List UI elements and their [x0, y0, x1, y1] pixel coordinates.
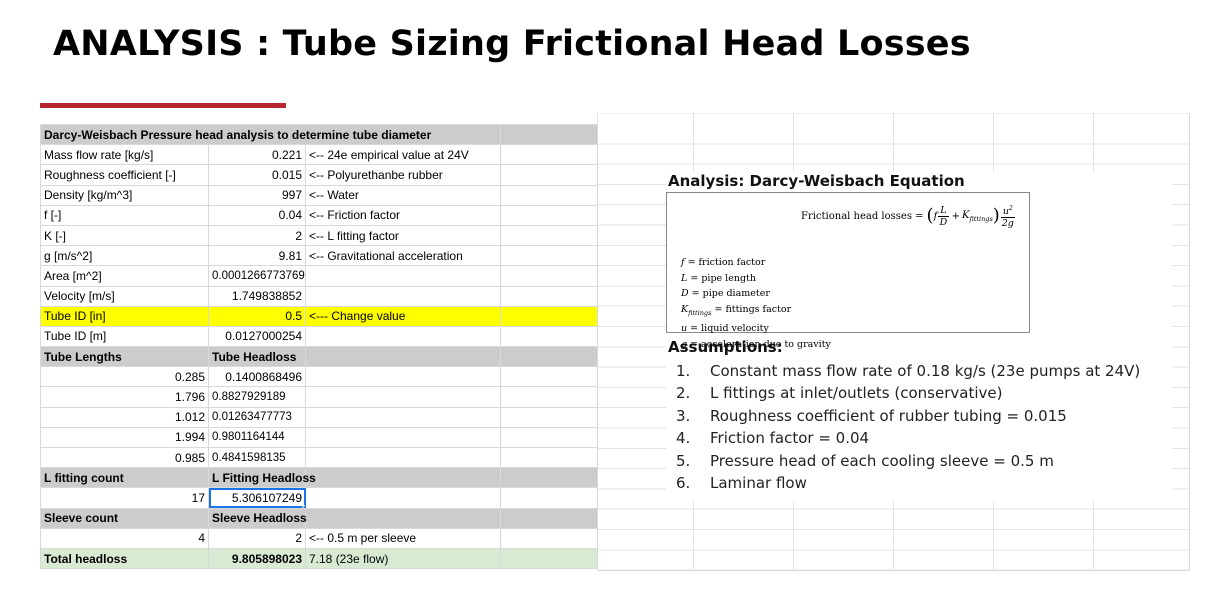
total-label[interactable]: Total headloss [40, 547, 209, 570]
table-row: Tube ID [m] 0.0127000254 [40, 325, 598, 348]
tube-headloss[interactable]: 0.8827929189 [208, 386, 306, 408]
fitting-count[interactable]: 17 [40, 487, 209, 509]
table-row: Density [kg/m^3] 997 <-- Water [40, 184, 598, 206]
section-header[interactable]: Sleeve count [40, 507, 209, 529]
param-note[interactable]: <-- Gravitational acceleration [305, 245, 501, 267]
assumptions-list: 1. Constant mass flow rate of 0.18 kg/s (… [676, 362, 1140, 496]
table-row: f [-] 0.04 <-- Friction factor [40, 204, 598, 226]
tube-length[interactable]: 1.012 [40, 406, 209, 428]
param-label[interactable]: K [-] [40, 224, 209, 247]
analysis-title: Analysis: Darcy-Weisbach Equation [668, 172, 965, 190]
table-row: Velocity [m/s] 1.749838852 [40, 285, 598, 307]
param-label[interactable]: Velocity [m/s] [40, 285, 209, 307]
tube-lengths-header-row: Tube Lengths Tube Headloss [40, 346, 598, 368]
param-value[interactable]: 9.81 [208, 245, 306, 267]
table-row: 0.985 0.4841598135 [40, 446, 598, 469]
table-row: 4 2 <-- 0.5 m per sleeve [40, 527, 598, 549]
table-row: K [-] 2 <-- L fitting factor [40, 224, 598, 247]
param-value[interactable]: 0.04 [208, 204, 306, 226]
tube-headloss[interactable]: 0.9801164144 [208, 426, 306, 449]
param-note[interactable]: <-- Polyurethanbe rubber [305, 164, 501, 186]
param-value[interactable]: 0.221 [208, 144, 306, 166]
tube-length[interactable]: 1.994 [40, 426, 209, 449]
tube-id-input-cell[interactable]: 0.5 [208, 305, 306, 327]
param-label[interactable]: Roughness coefficient [-] [40, 164, 209, 186]
definition-k: Kfittings = fittings factor [681, 303, 792, 317]
param-value[interactable]: 0.015 [208, 164, 306, 186]
total-value[interactable]: 9.805898023 [208, 547, 306, 570]
fitting-headloss-selected-cell[interactable]: 5.306107249 [208, 487, 306, 509]
section-header[interactable]: L Fitting Headloss [208, 467, 316, 489]
assumptions-title: Assumptions: [668, 338, 783, 356]
section-header[interactable]: Tube Headloss [208, 346, 306, 368]
definition-u: u = liquid velocity [681, 323, 769, 335]
param-label[interactable]: Tube ID [in] [40, 305, 209, 327]
table-title-cell[interactable]: Darcy-Weisbach Pressure head analysis to… [40, 123, 501, 146]
section-header[interactable]: Tube Lengths [40, 346, 209, 368]
tube-headloss[interactable]: 0.01263477773 [208, 406, 306, 428]
table-row: Area [m^2] 0.00012667737699 [40, 265, 598, 287]
list-item: 2. L fittings at inlet/outlets (conservat… [676, 384, 1003, 403]
analysis-panel: Analysis: Darcy-Weisbach Equation Fricti… [666, 172, 1172, 502]
param-note[interactable]: <-- 24e empirical value at 24V [305, 144, 501, 166]
param-value[interactable]: 0.00012667737699 [208, 265, 306, 287]
tube-length[interactable]: 0.985 [40, 446, 209, 469]
list-item: 6. Laminar flow [676, 473, 807, 492]
tube-headloss[interactable]: 0.4841598135 [208, 446, 306, 469]
page-title: ANALYSIS : Tube Sizing Frictional Head L… [53, 24, 971, 64]
param-note[interactable]: <-- Water [305, 184, 501, 206]
list-item: 4. Friction factor = 0.04 [676, 429, 870, 448]
tube-headloss[interactable]: 0.1400868496 [208, 366, 306, 388]
param-note[interactable]: <--- Change value [305, 305, 501, 327]
definition-f: f = friction factor [681, 257, 766, 268]
definition-d: D = pipe diameter [681, 288, 770, 300]
table-row: 1.994 0.9801164144 [40, 426, 598, 449]
param-value[interactable]: 0.0127000254 [208, 325, 306, 348]
equation-box: Frictional head losses = ( f LD + Kfitti… [666, 192, 1030, 350]
list-item: 1. Constant mass flow rate of 0.18 kg/s (… [676, 362, 1141, 380]
param-note[interactable]: <-- Friction factor [305, 204, 501, 226]
table-header-row: Darcy-Weisbach Pressure head analysis to… [40, 123, 598, 146]
table-row: Roughness coefficient [-] 0.015 <-- Poly… [40, 164, 598, 186]
param-value[interactable]: 1.749838852 [208, 285, 306, 307]
list-item: 3. Roughness coefficient of rubber tubing… [676, 406, 1067, 425]
param-label[interactable]: Area [m^2] [40, 265, 209, 287]
param-label[interactable]: g [m/s^2] [40, 245, 209, 267]
table-row: 17 5.306107249 [40, 487, 598, 509]
table-row: 1.012 0.01263477773 [40, 406, 598, 428]
equation-label: Frictional head losses = [801, 210, 924, 222]
table-row: 1.796 0.8827929189 [40, 386, 598, 408]
sleeve-header-row: Sleeve count Sleeve Headloss [40, 507, 598, 529]
tube-length[interactable]: 0.285 [40, 366, 209, 388]
tube-length[interactable]: 1.796 [40, 386, 209, 408]
fitting-header-row: L fitting count L Fitting Headloss [40, 467, 598, 489]
total-note[interactable]: 7.18 (23e flow) [305, 547, 501, 570]
section-header[interactable]: L fitting count [40, 467, 209, 489]
sleeve-count[interactable]: 4 [40, 527, 209, 549]
total-row: Total headloss 9.805898023 7.18 (23e flo… [40, 547, 598, 570]
definition-l: L = pipe length [681, 272, 756, 284]
darcy-weisbach-equation: Frictional head losses = ( f LD + Kfitti… [801, 204, 1015, 230]
param-label[interactable]: Tube ID [m] [40, 325, 209, 348]
sleeve-headloss[interactable]: 2 [208, 527, 306, 549]
param-label[interactable]: Mass flow rate [kg/s] [40, 144, 209, 166]
param-note[interactable]: <-- L fitting factor [305, 224, 501, 247]
sleeve-note[interactable]: <-- 0.5 m per sleeve [305, 527, 501, 549]
table-row: g [m/s^2] 9.81 <-- Gravitational acceler… [40, 245, 598, 267]
param-label[interactable]: f [-] [40, 204, 209, 226]
param-label[interactable]: Density [kg/m^3] [40, 184, 209, 206]
title-accent-bar [40, 103, 286, 108]
section-header[interactable]: Sleeve Headloss [208, 507, 307, 529]
list-item: 5. Pressure head of each cooling sleeve =… [676, 451, 1054, 470]
param-value[interactable]: 2 [208, 224, 306, 247]
spreadsheet-table: Darcy-Weisbach Pressure head analysis to… [40, 123, 598, 570]
table-row: 0.285 0.1400868496 [40, 366, 598, 388]
fill-handle[interactable] [302, 504, 305, 508]
table-row: Mass flow rate [kg/s] 0.221 <-- 24e empi… [40, 144, 598, 166]
table-row-highlighted: Tube ID [in] 0.5 <--- Change value [40, 305, 598, 327]
param-value[interactable]: 997 [208, 184, 306, 206]
